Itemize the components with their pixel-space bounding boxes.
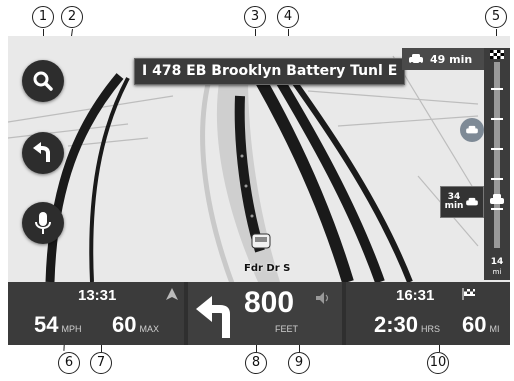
speed-limit-label: MAX bbox=[139, 324, 159, 334]
callout-6-number: 6 bbox=[58, 352, 80, 374]
callout-4-number: 4 bbox=[277, 6, 299, 28]
navigation-screen: Fdr Dr S I 478 EB Brooklyn Battery Tunl … bbox=[8, 36, 510, 345]
current-street-banner: I 478 EB Brooklyn Battery Tunl E bbox=[134, 58, 406, 85]
traffic-sidebar[interactable]: 14 mi bbox=[484, 48, 510, 280]
current-speed: 54 MPH bbox=[34, 312, 81, 338]
traffic-distance-value: 14 bbox=[491, 257, 504, 267]
callout-9-number: 9 bbox=[288, 352, 310, 374]
turn-left-arrow-icon bbox=[196, 296, 230, 338]
total-delay-text: 49 min bbox=[430, 52, 473, 66]
remaining-time: 2:30 HRS bbox=[374, 312, 440, 338]
traffic-route-bar: 14 mi bbox=[490, 50, 504, 276]
callout-1-number: 1 bbox=[32, 6, 54, 28]
car-icon bbox=[409, 54, 423, 65]
microphone-icon bbox=[35, 212, 51, 234]
callout-5-number: 5 bbox=[485, 6, 507, 28]
back-button[interactable] bbox=[22, 132, 64, 174]
remaining-time-unit: HRS bbox=[421, 324, 441, 334]
remaining-distance: 60 MI bbox=[462, 312, 499, 338]
current-speed-value: 54 bbox=[34, 312, 59, 337]
north-arrow-icon bbox=[166, 288, 178, 300]
current-speed-unit: MPH bbox=[61, 324, 82, 334]
incident-delay-box[interactable]: 34 min bbox=[440, 186, 484, 218]
callout-2-number: 2 bbox=[61, 6, 83, 28]
search-button[interactable] bbox=[22, 60, 64, 102]
checkered-flag-icon bbox=[462, 288, 475, 300]
voice-control-button[interactable] bbox=[22, 202, 64, 244]
speed-limit-value: 60 bbox=[112, 312, 137, 337]
callout-3-number: 3 bbox=[244, 6, 266, 28]
next-instruction-panel[interactable]: 800 FEET bbox=[188, 282, 342, 345]
speed-panel[interactable]: 13:31 54 MPH 60 MAX bbox=[8, 282, 184, 345]
callout-7-number: 7 bbox=[90, 352, 112, 374]
remaining-distance-value: 60 bbox=[462, 312, 487, 337]
remaining-time-value: 2:30 bbox=[374, 312, 419, 337]
instruction-unit: FEET bbox=[275, 324, 299, 334]
callout-10-number: 10 bbox=[427, 352, 449, 374]
checkered-flag-icon bbox=[490, 50, 504, 59]
arrival-panel[interactable]: 16:31 2:30 HRS 60 MI bbox=[346, 282, 510, 345]
traffic-incident-marker[interactable] bbox=[460, 118, 484, 142]
car-icon bbox=[466, 197, 479, 206]
callout-8-number: 8 bbox=[245, 352, 267, 374]
traffic-delay-summary[interactable]: 49 min bbox=[402, 48, 484, 70]
incident-delay-unit: min bbox=[444, 201, 464, 211]
instruction-distance: 800 bbox=[244, 286, 295, 319]
remaining-distance-unit: MI bbox=[489, 324, 500, 334]
car-position-marker bbox=[251, 233, 271, 249]
back-arrow-icon bbox=[33, 142, 50, 162]
car-icon bbox=[490, 194, 504, 204]
arrival-time: 16:31 bbox=[396, 287, 435, 304]
car-icon bbox=[466, 125, 478, 134]
search-icon bbox=[33, 71, 53, 91]
current-time: 13:31 bbox=[78, 287, 117, 304]
speaker-icon[interactable] bbox=[316, 292, 330, 304]
next-street-label: Fdr Dr S bbox=[244, 263, 291, 274]
speed-limit: 60 MAX bbox=[112, 312, 159, 338]
driving-info-bar: 13:31 54 MPH 60 MAX 800 FEET 16:31 2:30 … bbox=[8, 282, 510, 345]
traffic-distance-unit: mi bbox=[493, 268, 502, 276]
